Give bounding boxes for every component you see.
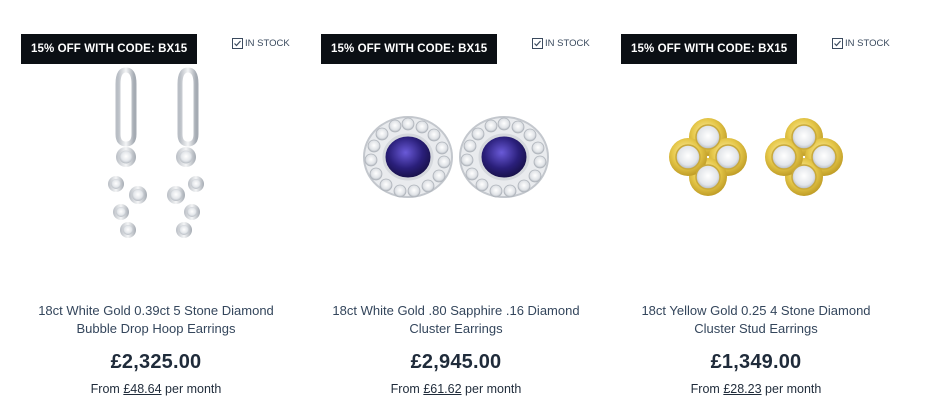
finance-text: From £48.64 per month (6, 382, 306, 396)
discount-badge: 15% OFF WITH CODE: BX15 (321, 34, 498, 64)
finance-amount-link[interactable]: £61.62 (423, 382, 461, 396)
product-title-line2: Bubble Drop Hoop Earrings (76, 321, 236, 336)
finance-text: From £61.62 per month (306, 382, 606, 396)
product-title-line1: 18ct White Gold .80 Sapphire .16 Diamond (332, 303, 580, 318)
product-image[interactable] (636, 62, 876, 252)
finance-amount-link[interactable]: £28.23 (723, 382, 761, 396)
product-title-line2: Cluster Earrings (409, 321, 503, 336)
product-price: £2,945.00 (410, 351, 502, 373)
stock-label: IN STOCK (245, 38, 290, 49)
product-card[interactable]: 15% OFF WITH CODE: BX15 IN STOCK (306, 0, 606, 417)
product-title-line1: 18ct White Gold 0.39ct 5 Stone Diamond (38, 303, 274, 318)
product-price: £2,325.00 (110, 351, 202, 373)
product-price: £1,349.00 (710, 351, 802, 373)
product-card[interactable]: 15% OFF WITH CODE: BX15 IN STOCK (6, 0, 306, 417)
finance-amount-link[interactable]: £48.64 (123, 382, 161, 396)
finance-prefix: From (690, 382, 720, 396)
stock-label: IN STOCK (545, 38, 590, 49)
discount-badge: 15% OFF WITH CODE: BX15 (21, 34, 198, 64)
checkbox-icon (232, 38, 243, 49)
product-title[interactable]: 18ct White Gold 0.39ct 5 Stone Diamond B… (6, 302, 306, 338)
product-image[interactable] (336, 62, 576, 252)
product-title[interactable]: 18ct White Gold .80 Sapphire .16 Diamond… (306, 302, 606, 338)
stock-label: IN STOCK (845, 38, 890, 49)
finance-text: From £28.23 per month (606, 382, 906, 396)
finance-suffix: per month (765, 382, 822, 396)
discount-badge: 15% OFF WITH CODE: BX15 (621, 34, 798, 64)
drop-hoop-earrings-icon (108, 67, 204, 238)
product-grid: 15% OFF WITH CODE: BX15 IN STOCK 18ct Wh… (0, 0, 927, 417)
stock-status: IN STOCK (232, 38, 290, 49)
stock-status: IN STOCK (832, 38, 890, 49)
yellow-gold-cluster-studs-icon (669, 118, 843, 196)
checkbox-icon (832, 38, 843, 49)
product-title-line1: 18ct Yellow Gold 0.25 4 Stone Diamond (641, 303, 871, 318)
finance-prefix: From (390, 382, 420, 396)
finance-suffix: per month (465, 382, 522, 396)
finance-suffix: per month (165, 382, 222, 396)
product-title-line2: Cluster Stud Earrings (694, 321, 818, 336)
checkbox-icon (532, 38, 543, 49)
stock-status: IN STOCK (532, 38, 590, 49)
finance-prefix: From (90, 382, 120, 396)
product-image[interactable] (36, 62, 276, 252)
product-card[interactable]: 15% OFF WITH CODE: BX15 IN STOCK (606, 0, 906, 417)
sapphire-cluster-earrings-icon (363, 116, 549, 198)
product-title[interactable]: 18ct Yellow Gold 0.25 4 Stone Diamond Cl… (606, 302, 906, 338)
